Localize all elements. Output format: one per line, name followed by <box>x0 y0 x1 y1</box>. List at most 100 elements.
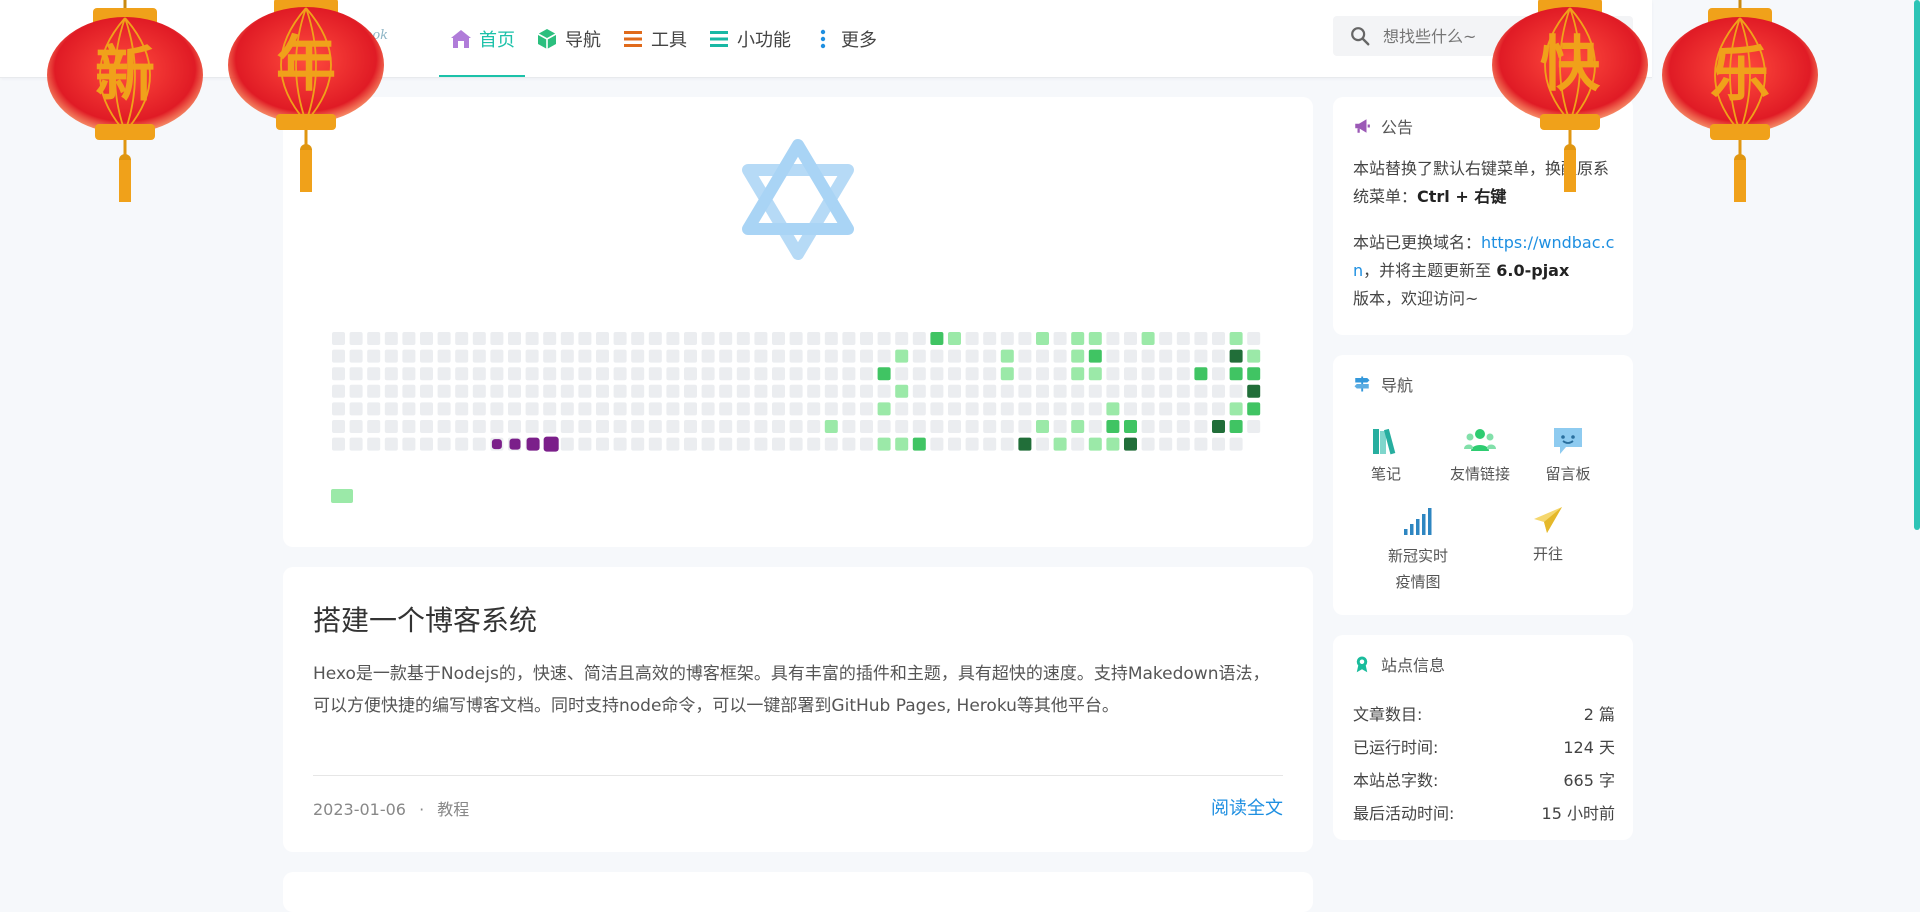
heatmap-cell <box>948 437 961 451</box>
heatmap-cell <box>613 402 627 416</box>
heatmap-cell <box>719 349 733 363</box>
menu-lines-icon <box>624 30 642 47</box>
heatmap-cell <box>613 349 627 363</box>
nav-link-friends[interactable]: 友情链接 <box>1445 425 1515 484</box>
post-category[interactable]: 教程 <box>437 800 469 819</box>
heatmap-cell <box>824 402 838 416</box>
heatmap-cell <box>543 420 557 433</box>
heatmap-cell <box>789 349 803 363</box>
heatmap-cell <box>1071 349 1085 363</box>
heatmap-cell <box>1159 384 1173 398</box>
heatmap-cell <box>719 402 733 416</box>
nav-link-covid-map[interactable]: 新冠实时 疫情图 <box>1383 505 1453 595</box>
heatmap-cell <box>508 420 521 433</box>
heatmap-cell <box>754 437 768 451</box>
heatmap-cell <box>719 332 733 345</box>
heatmap-cell <box>437 332 451 345</box>
heatmap-cell <box>666 402 680 416</box>
heatmap-cell <box>455 367 469 381</box>
heatmap-cell <box>1212 384 1225 398</box>
heatmap-cell <box>596 349 609 363</box>
heatmap-cell <box>983 402 997 416</box>
heatmap-cell <box>543 332 557 345</box>
heatmap-cell <box>525 402 539 416</box>
heatmap-cell <box>1036 367 1049 381</box>
heatmap-cell <box>965 349 979 363</box>
heatmap-cell <box>648 384 662 398</box>
heatmap-cell <box>420 332 433 345</box>
heatmap-cell <box>1106 420 1120 433</box>
heatmap-cell <box>807 349 821 363</box>
nav-link-notes[interactable]: 笔记 <box>1363 425 1409 484</box>
heatmap-cell <box>332 349 345 363</box>
heatmap-cell <box>490 349 504 363</box>
heatmap-cell <box>684 402 697 416</box>
scrollbar-thumb[interactable] <box>1914 0 1920 530</box>
nav-item-more[interactable]: 更多 <box>801 0 887 77</box>
heatmap-cell <box>1088 349 1102 363</box>
heatmap-cell <box>596 437 609 451</box>
heatmap-cell <box>877 402 891 416</box>
heatmap-cell <box>472 349 486 363</box>
heatmap-cell <box>367 384 381 398</box>
nav-card: 导航 笔记 友情链接 留言板 新冠实时 疫情图 开往 <box>1333 355 1633 615</box>
heatmap-cell <box>1088 437 1102 451</box>
heatmap-cell <box>1141 349 1155 363</box>
heatmap-cell <box>736 437 750 451</box>
heatmap-cell <box>772 384 785 398</box>
heatmap-cell <box>684 384 697 398</box>
heatmap-cell <box>965 437 979 451</box>
heatmap-cell <box>895 332 909 345</box>
heatmap-cell <box>965 332 979 345</box>
heatmap-cell <box>1124 402 1137 416</box>
heatmap-cell <box>384 332 398 345</box>
heatmap-cell <box>1106 332 1120 345</box>
heatmap-cell <box>983 349 997 363</box>
heatmap-cell <box>472 332 486 345</box>
heatmap-cell <box>860 402 873 416</box>
heatmap-cell <box>648 367 662 381</box>
heatmap-cell <box>1159 402 1173 416</box>
star-of-david-icon <box>742 139 854 260</box>
heatmap-cell <box>754 367 768 381</box>
heatmap-cell <box>772 349 785 363</box>
search-icon <box>1351 27 1370 46</box>
post-date: 2023-01-06 <box>313 800 406 819</box>
heatmap-cell <box>824 367 838 381</box>
heatmap-cell <box>807 420 821 433</box>
heatmap-cell <box>948 332 961 345</box>
heatmap-cell <box>684 437 697 451</box>
heatmap-cell <box>560 349 574 363</box>
heatmap-cell <box>789 384 803 398</box>
heatmap-cell <box>895 349 909 363</box>
read-more-link[interactable]: 阅读全文 <box>1211 794 1283 820</box>
nav-item-features[interactable]: 小功能 <box>697 0 801 77</box>
heatmap-cell <box>349 367 363 381</box>
nav-link-travelling[interactable]: 开往 <box>1523 505 1573 564</box>
heatmap-cell <box>736 349 750 363</box>
nav-item-home[interactable]: 首页 <box>439 0 525 77</box>
nav-item-guide[interactable]: 导航 <box>525 0 611 77</box>
heatmap-cell <box>754 402 768 416</box>
post-title[interactable]: 搭建一个博客系统 <box>313 599 537 639</box>
heatmap-cell <box>983 420 997 433</box>
heatmap-cell <box>1088 420 1102 433</box>
nav-link-guestbook[interactable]: 留言板 <box>1538 425 1598 484</box>
nav-item-tools[interactable]: 工具 <box>611 0 697 77</box>
heatmap-cell <box>895 367 909 381</box>
heatmap-cell <box>1141 367 1155 381</box>
heatmap-cell <box>1176 402 1190 416</box>
heatmap-cell <box>860 384 873 398</box>
heatmap-cell <box>490 367 504 381</box>
heatmap-legend-square <box>331 489 353 503</box>
heatmap-cell <box>983 384 997 398</box>
heatmap-cell <box>930 349 944 363</box>
heatmap-cell <box>596 384 609 398</box>
heatmap-cell <box>965 384 979 398</box>
heatmap-cell <box>631 420 645 433</box>
heatmap-cell <box>877 437 891 451</box>
heatmap-cell <box>684 349 697 363</box>
heatmap-cell <box>525 384 539 398</box>
heatmap-cell <box>736 367 750 381</box>
heatmap-cell <box>1124 384 1137 398</box>
